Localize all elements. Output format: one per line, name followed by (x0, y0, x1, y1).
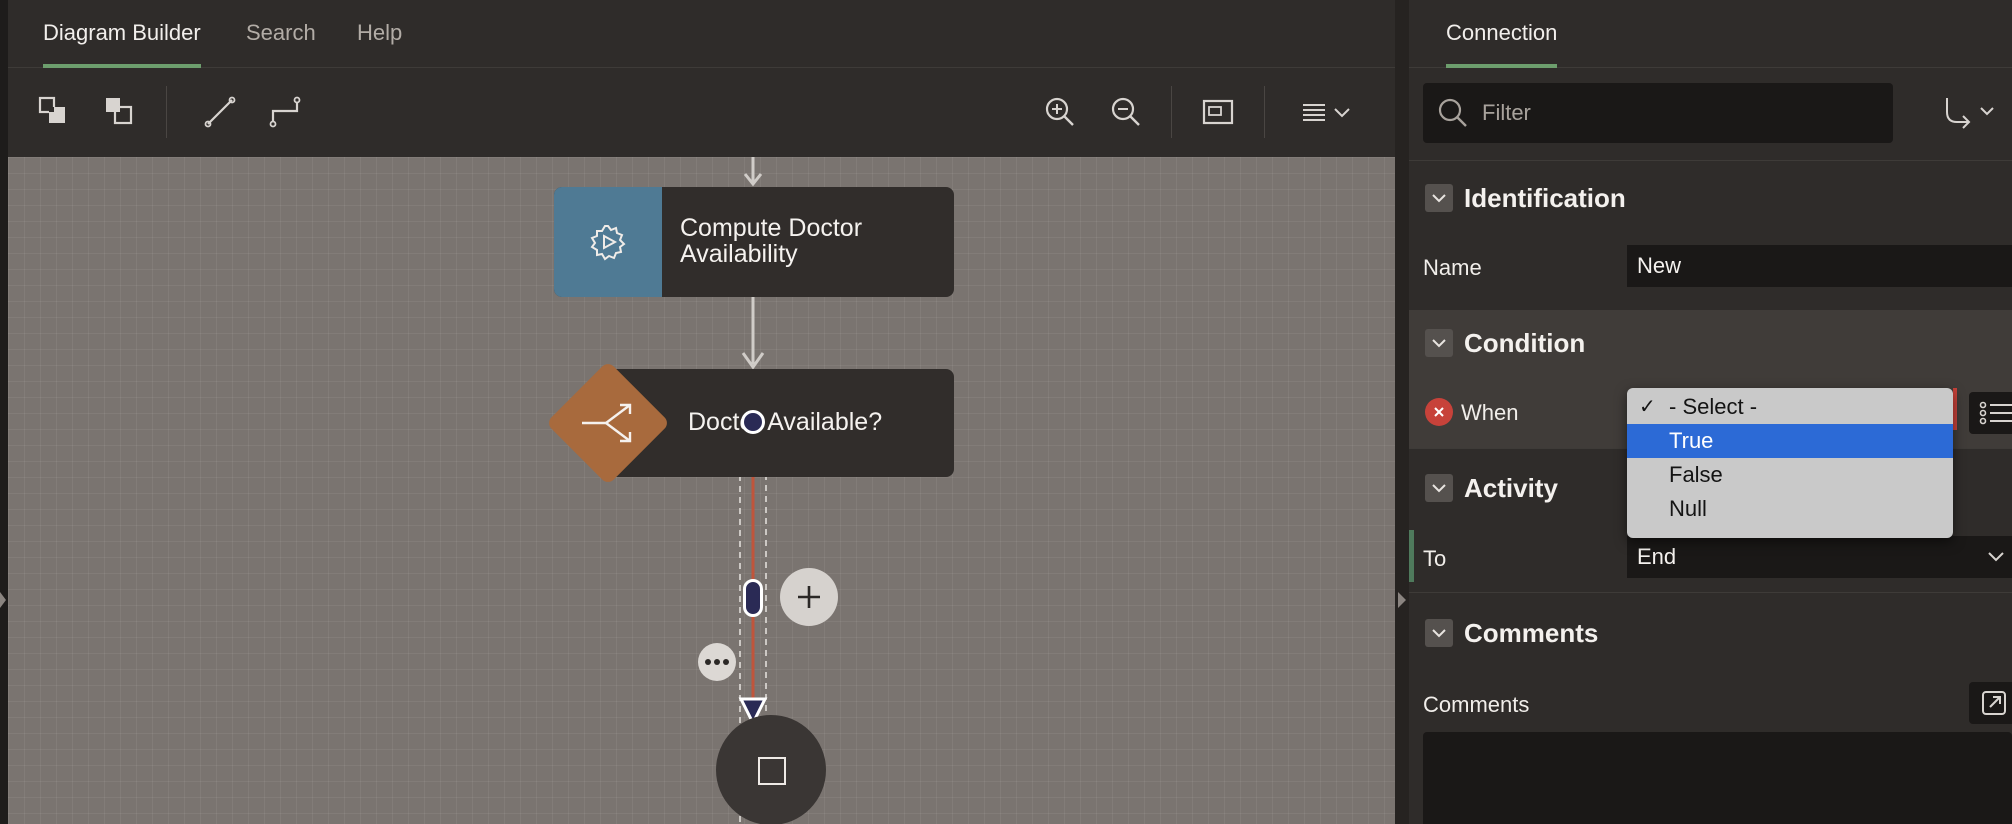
error-marker (1953, 388, 1957, 430)
to-value: End (1637, 544, 1677, 569)
expand-editor-button[interactable] (1969, 682, 2012, 724)
diagram-builder-pane: Diagram Builder Search Help Compute Doct… (8, 0, 1395, 824)
bring-to-front-icon[interactable] (32, 90, 76, 134)
comments-label: Comments (1423, 692, 1530, 717)
straight-line-icon[interactable] (198, 90, 242, 134)
chevron-down-icon (1425, 329, 1453, 357)
list-icon (1979, 401, 2012, 425)
section-title: Activity (1464, 473, 1558, 503)
condition-section-header[interactable]: Condition (1409, 313, 2012, 373)
zoom-in-icon[interactable] (1038, 90, 1082, 134)
chevron-down-icon (1425, 474, 1453, 502)
activity-node-compute-doctor-availability[interactable]: Compute Doctor Availability (554, 187, 954, 297)
section-title: Identification (1464, 183, 1626, 213)
required-accent-bar (1409, 530, 1414, 582)
edge-options-button[interactable] (698, 643, 736, 681)
end-node[interactable] (716, 715, 826, 824)
send-to-back-icon[interactable] (98, 90, 142, 134)
diagram-canvas[interactable]: Compute Doctor Availability Doctor Avail… (8, 157, 1395, 824)
menu-icon[interactable] (1298, 90, 1360, 134)
properties-pane: Connection Filter Identification Name Ne… (1409, 0, 2012, 824)
stop-square-icon (758, 757, 786, 785)
pane-splitter[interactable] (1395, 0, 1409, 824)
chevron-down-icon (1425, 619, 1453, 647)
split-arrow-icon (580, 401, 640, 445)
expand-icon (1982, 691, 2006, 715)
diagram-toolbar (8, 68, 1395, 156)
add-node-button[interactable] (780, 568, 838, 626)
chevron-down-icon (1988, 552, 2004, 562)
tab-search[interactable]: Search (246, 0, 316, 67)
tab-diagram-builder[interactable]: Diagram Builder (43, 0, 201, 68)
zoom-out-icon[interactable] (1104, 90, 1148, 134)
filter-input[interactable]: Filter (1423, 83, 1893, 143)
go-to-connection-icon[interactable] (1941, 96, 2001, 130)
elbow-line-icon[interactable] (263, 90, 307, 134)
collapse-right-icon[interactable] (1398, 592, 1406, 608)
when-dropdown-list[interactable]: ✓ - Select - True False Null (1627, 388, 1953, 538)
collapse-left-icon[interactable] (0, 592, 6, 608)
dropdown-option-select[interactable]: ✓ - Select - (1627, 390, 1953, 424)
chevron-down-icon (1425, 184, 1453, 212)
fit-screen-icon[interactable] (1196, 90, 1240, 134)
list-picker-button[interactable] (1969, 392, 2012, 434)
dropdown-option-false[interactable]: False (1627, 458, 1953, 492)
filter-placeholder: Filter (1482, 100, 1531, 125)
tab-connection[interactable]: Connection (1446, 0, 1558, 68)
plus-icon (798, 586, 820, 608)
section-title: Condition (1464, 328, 1586, 358)
identification-section-header[interactable]: Identification (1409, 168, 2012, 228)
name-field[interactable]: New (1627, 245, 2012, 287)
search-icon (1438, 98, 1467, 127)
tab-help[interactable]: Help (357, 0, 402, 67)
left-tab-bar: Diagram Builder Search Help (8, 0, 1395, 68)
comments-textarea[interactable] (1423, 732, 2012, 824)
error-icon (1425, 398, 1453, 426)
dropdown-option-true[interactable]: True (1627, 424, 1953, 458)
edge-midpoint-handle[interactable] (743, 579, 763, 617)
connection-start-handle[interactable] (741, 410, 765, 434)
to-select[interactable]: End (1627, 536, 2012, 578)
dropdown-option-null[interactable]: Null (1627, 492, 1953, 526)
to-label: To (1423, 546, 1447, 571)
gear-play-icon (554, 187, 662, 297)
name-label: Name (1423, 255, 1482, 280)
node-label: Compute Doctor Availability (680, 214, 863, 268)
more-dots-icon (705, 659, 729, 665)
right-tab-bar: Connection (1409, 0, 2012, 68)
node-label: Doctor Available? (688, 408, 883, 436)
section-title: Comments (1464, 618, 1599, 648)
comments-section-header[interactable]: Comments (1409, 603, 2012, 663)
when-label: When (1461, 400, 1519, 425)
checkmark-icon: ✓ (1639, 396, 1656, 418)
